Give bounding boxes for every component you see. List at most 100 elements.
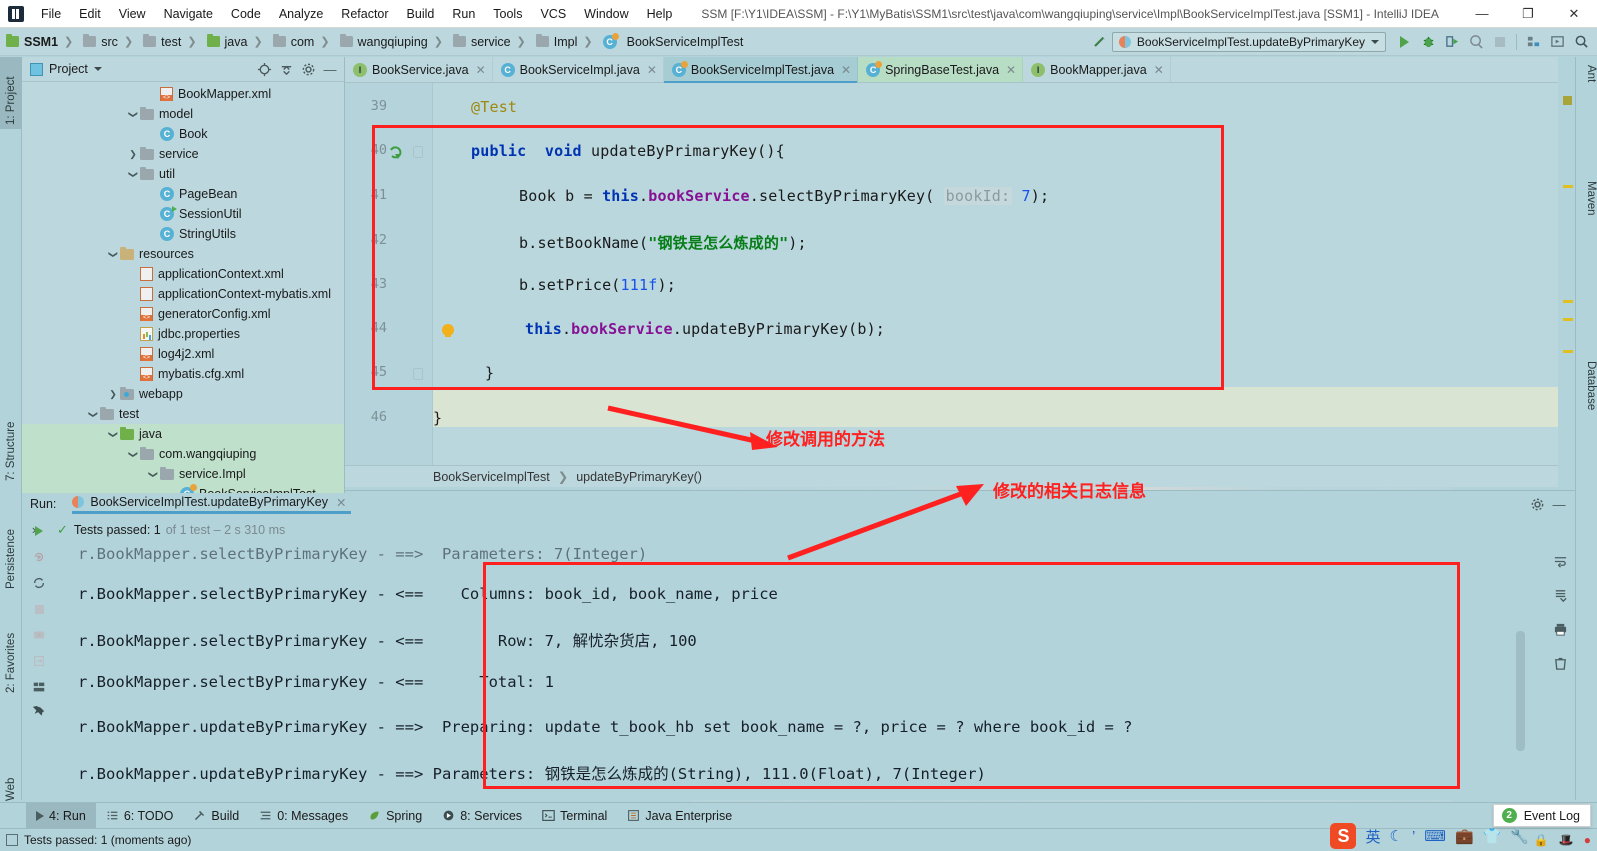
tree-node[interactable]: jdbc.properties	[22, 324, 344, 344]
console-line[interactable]: r.BookMapper.updateByPrimaryKey - ==> Pr…	[78, 718, 1133, 736]
breadcrumb-class[interactable]: BookServiceImplTest	[433, 470, 550, 484]
run-icon[interactable]	[1392, 31, 1416, 53]
minimize-button[interactable]: —	[1459, 0, 1505, 28]
code-line[interactable]: public void updateByPrimaryKey(){	[471, 142, 785, 160]
comma-icon[interactable]: ’	[1412, 828, 1415, 845]
chevron-right-icon[interactable]: ❯	[106, 389, 120, 400]
debug-icon[interactable]	[1416, 31, 1440, 53]
sidebar-item-persistence[interactable]: Persistence	[0, 497, 22, 593]
tree-node[interactable]: ❯ java	[22, 424, 344, 444]
chevron-down-icon[interactable]: ❯	[106, 429, 120, 440]
tree-node[interactable]: log4j2.xml	[22, 344, 344, 364]
console-line[interactable]: r.BookMapper.selectByPrimaryKey - <== To…	[78, 673, 554, 691]
tree-node[interactable]: ❯ util	[22, 164, 344, 184]
menu-item-tools[interactable]: Tools	[484, 3, 531, 25]
tree-node[interactable]: applicationContext-mybatis.xml	[22, 284, 344, 304]
restore-layout-icon[interactable]	[28, 677, 50, 697]
tree-node[interactable]: applicationContext.xml	[22, 264, 344, 284]
bottom-button-messages[interactable]: 0: Messages	[249, 803, 358, 829]
make-project-icon[interactable]	[1088, 31, 1112, 53]
code-fold-handle[interactable]	[413, 146, 423, 158]
bottom-button-terminal[interactable]: Terminal	[532, 803, 617, 829]
tree-node[interactable]: ❯ service	[22, 144, 344, 164]
breadcrumb-item-java[interactable]: java ❯	[201, 34, 267, 49]
run-configuration-selector[interactable]: BookServiceImplTest.updateByPrimaryKey	[1111, 31, 1386, 52]
menu-item-refactor[interactable]: Refactor	[332, 3, 397, 25]
update-project-icon[interactable]	[1545, 31, 1569, 53]
sidebar-item-structure[interactable]: 7: Structure	[0, 397, 22, 485]
editor-marker-track[interactable]	[1563, 68, 1573, 448]
close-button[interactable]: ✕	[1551, 0, 1597, 28]
breadcrumb-item-impl[interactable]: Impl ❯	[530, 34, 597, 49]
chevron-down-icon[interactable]: ❯	[146, 469, 160, 480]
menu-item-edit[interactable]: Edit	[70, 3, 110, 25]
chevron-down-icon[interactable]	[93, 67, 102, 71]
tree-node[interactable]: C Book	[22, 124, 344, 144]
collapse-all-icon[interactable]	[276, 59, 296, 79]
code-line[interactable]: }	[485, 364, 494, 382]
console-line[interactable]: r.BookMapper.updateByPrimaryKey - ==> Pa…	[78, 762, 986, 784]
run-with-coverage-icon[interactable]	[1440, 31, 1464, 53]
code-line[interactable]: b.setBookName("钢铁是怎么炼成的");	[519, 232, 807, 253]
keyboard-icon[interactable]: ⌨	[1424, 827, 1446, 845]
moon-icon[interactable]: ☾	[1389, 827, 1402, 845]
settings-gear-icon[interactable]	[1527, 494, 1547, 514]
console-line[interactable]: r.BookMapper.selectByPrimaryKey - <== Co…	[78, 585, 778, 603]
close-icon[interactable]: ✕	[647, 63, 657, 77]
rerun-icon[interactable]	[28, 521, 50, 541]
tree-node[interactable]: CBookServiceImplTest	[22, 484, 344, 493]
intention-bulb-icon[interactable]	[442, 324, 454, 337]
console-line[interactable]: r.BookMapper.selectByPrimaryKey - <== Ro…	[78, 629, 697, 651]
menu-item-navigate[interactable]: Navigate	[155, 3, 222, 25]
wrap-text-icon[interactable]	[1549, 551, 1571, 571]
breadcrumb-item-bookserviceimpltest[interactable]: C BookServiceImplTest	[597, 32, 746, 49]
breadcrumb-item-src[interactable]: src ❯	[77, 34, 137, 49]
scroll-to-end-icon[interactable]	[1549, 585, 1571, 605]
editor-tab-bookserviceimpltest[interactable]: C BookServiceImplTest.java ✕	[663, 57, 859, 83]
tree-node[interactable]: ❯ webapp	[22, 384, 344, 404]
hide-icon[interactable]: —	[320, 59, 340, 79]
console-scrollbar[interactable]	[1516, 631, 1525, 751]
sidebar-item-database[interactable]: Database	[1575, 357, 1597, 457]
chevron-down-icon[interactable]: ❯	[126, 449, 140, 460]
menu-item-run[interactable]: Run	[443, 3, 484, 25]
code-line[interactable]: b.setPrice(111f);	[519, 276, 676, 294]
sogou-logo-icon[interactable]: S	[1330, 823, 1357, 849]
tree-node[interactable]: generatorConfig.xml	[22, 304, 344, 324]
toolbox-icon[interactable]: 💼	[1455, 827, 1474, 845]
tree-node[interactable]: C SessionUtil	[22, 204, 344, 224]
close-icon[interactable]: ✕	[841, 63, 851, 77]
profile-icon[interactable]	[1464, 31, 1488, 53]
print-icon[interactable]	[1549, 619, 1571, 639]
tree-node[interactable]: ❯ service.Impl	[22, 464, 344, 484]
hide-icon[interactable]: —	[1549, 494, 1569, 514]
chevron-down-icon[interactable]: ❯	[86, 409, 100, 420]
project-structure-icon[interactable]	[1521, 31, 1545, 53]
console-output[interactable]: r.BookMapper.selectByPrimaryKey - ==> Pa…	[78, 543, 1539, 796]
close-icon[interactable]: ✕	[1006, 63, 1016, 77]
toggle-auto-test-icon[interactable]	[28, 573, 50, 593]
bottom-button-java-enterprise[interactable]: Java Enterprise	[617, 803, 742, 829]
ime-language-icon[interactable]: 英	[1365, 826, 1380, 847]
menu-item-help[interactable]: Help	[638, 3, 682, 25]
tree-node[interactable]: C StringUtils	[22, 224, 344, 244]
chevron-down-icon[interactable]: ❯	[106, 249, 120, 260]
menu-item-file[interactable]: File	[32, 3, 70, 25]
sidebar-item-ant[interactable]: Ant	[1575, 61, 1597, 121]
run-test-gutter-icon[interactable]	[387, 143, 405, 161]
rerun-failed-tests-icon[interactable]	[28, 547, 50, 567]
close-icon[interactable]: ✕	[336, 495, 346, 510]
sidebar-item-maven[interactable]: Maven	[1575, 177, 1597, 257]
editor-tab-bookserviceimpl[interactable]: C BookServiceImpl.java ✕	[493, 57, 664, 82]
editor-tab-bookservice[interactable]: I BookService.java ✕	[345, 57, 493, 82]
project-tree[interactable]: BookMapper.xml❯modelCBook❯service❯utilCP…	[22, 82, 344, 493]
breadcrumb-item-ssm1[interactable]: SSM1 ❯	[0, 34, 77, 49]
code-line[interactable]: @Test	[471, 98, 517, 116]
chevron-down-icon[interactable]: ❯	[126, 109, 140, 120]
editor-tab-springbasetest[interactable]: C SpringBaseTest.java ✕	[858, 57, 1024, 82]
tree-node[interactable]: ❯ resources	[22, 244, 344, 264]
editor-tab-bookmapper[interactable]: I BookMapper.java ✕	[1023, 57, 1171, 82]
bottom-button-build[interactable]: Build	[183, 803, 249, 829]
breadcrumb-item-service[interactable]: service ❯	[447, 34, 530, 49]
tree-node[interactable]: ❯ com.wangqiuping	[22, 444, 344, 464]
